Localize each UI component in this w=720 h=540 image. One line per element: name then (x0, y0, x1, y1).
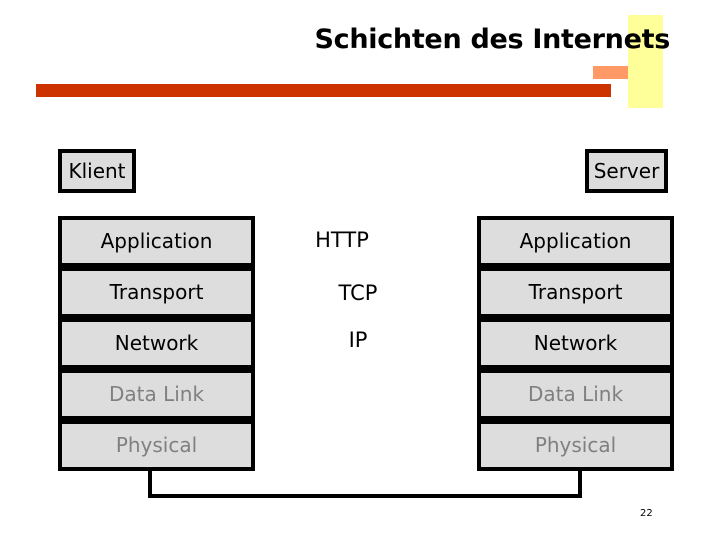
protocol-http: HTTP (315, 228, 369, 252)
slide-title: Schichten des Internets (314, 24, 670, 55)
client-layer-transport: Transport (58, 267, 255, 318)
client-layer-network: Network (58, 318, 255, 369)
server-label: Server (585, 149, 668, 193)
wire-client-drop (148, 470, 152, 497)
server-layer-network: Network (477, 318, 674, 369)
protocol-ip: IP (348, 328, 368, 352)
server-layer-application: Application (477, 216, 674, 267)
server-layer-transport: Transport (477, 267, 674, 318)
server-layer-data-link: Data Link (477, 369, 674, 420)
client-layer-data-link: Data Link (58, 369, 255, 420)
client-layer-physical: Physical (58, 420, 255, 471)
page-number: 22 (640, 508, 653, 519)
protocol-tcp: TCP (338, 281, 378, 305)
title-underline-bar (36, 84, 611, 97)
server-layer-physical: Physical (477, 420, 674, 471)
wire-physical-link (148, 494, 582, 498)
decorative-salmon-bar (593, 66, 628, 79)
client-layer-application: Application (58, 216, 255, 267)
wire-server-drop (578, 470, 582, 497)
client-label: Klient (58, 149, 136, 193)
